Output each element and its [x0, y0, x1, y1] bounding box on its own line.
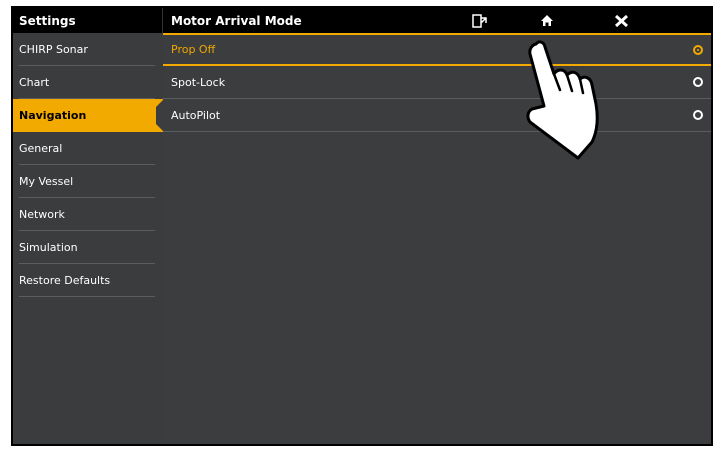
page-title: Motor Arrival Mode: [171, 13, 302, 28]
option-label: AutoPilot: [171, 108, 221, 122]
sidebar-item-label: Restore Defaults: [19, 274, 111, 287]
sidebar-item-label: Chart: [19, 76, 50, 89]
sidebar-item-label: Network: [19, 208, 65, 221]
close-icon[interactable]: [609, 8, 633, 33]
sidebar-item-my-vessel[interactable]: My Vessel: [13, 165, 163, 198]
sidebar-item-restore-defaults[interactable]: Restore Defaults: [13, 264, 163, 297]
sidebar-item-chirp-sonar[interactable]: CHIRP Sonar: [13, 33, 163, 66]
sidebar-item-label: Navigation: [19, 109, 87, 122]
radio-unselected-icon[interactable]: [693, 110, 703, 120]
sidebar-item-label: General: [19, 142, 63, 155]
settings-sidebar: Settings CHIRP Sonar Chart Navigation Ge…: [13, 8, 164, 444]
home-icon[interactable]: [535, 8, 559, 33]
sidebar-title: Settings: [13, 8, 163, 33]
sidebar-item-simulation[interactable]: Simulation: [13, 231, 163, 264]
main-title-bar: Motor Arrival Mode: [163, 8, 711, 33]
radio-selected-icon[interactable]: [693, 44, 703, 55]
radio-unselected-icon[interactable]: [693, 77, 703, 87]
option-label: Spot-Lock: [171, 75, 226, 89]
sidebar-item-label: Simulation: [19, 241, 78, 254]
option-label: Prop Off: [171, 43, 216, 56]
pointing-hand-icon: [526, 40, 599, 160]
sidebar-item-label: CHIRP Sonar: [19, 43, 88, 56]
exit-menu-icon[interactable]: [468, 8, 492, 33]
sidebar-item-label: My Vessel: [19, 175, 74, 188]
sidebar-item-network[interactable]: Network: [13, 198, 163, 231]
sidebar-item-navigation[interactable]: Navigation: [13, 99, 164, 132]
sidebar-item-general[interactable]: General: [13, 132, 163, 165]
sidebar-item-chart[interactable]: Chart: [13, 66, 163, 99]
divider: [19, 296, 155, 297]
